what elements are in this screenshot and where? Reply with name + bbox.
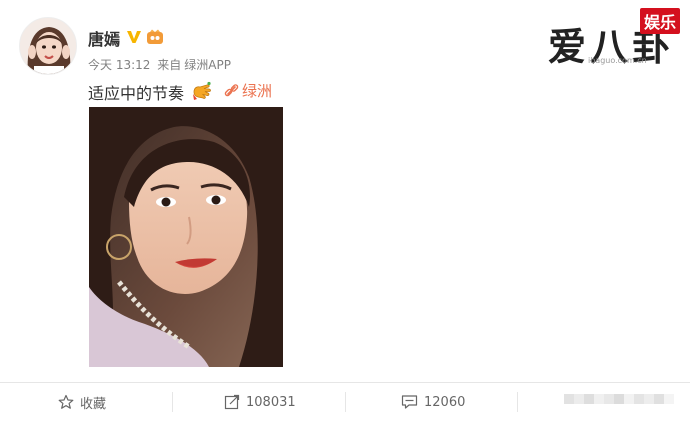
source-app[interactable]: 绿洲APP bbox=[184, 58, 231, 72]
oasis-link[interactable]: 绿洲 bbox=[224, 80, 272, 101]
link-icon bbox=[224, 84, 239, 97]
comment-button[interactable]: 12060 bbox=[401, 383, 465, 421]
repost-icon bbox=[224, 394, 240, 410]
post-time[interactable]: 今天 13:12 bbox=[88, 58, 150, 72]
watermark-tag: 娱乐 bbox=[639, 8, 680, 34]
level-badge-icon[interactable] bbox=[146, 29, 164, 45]
oasis-link-label: 绿洲 bbox=[242, 82, 273, 100]
favorite-label: 收藏 bbox=[80, 396, 107, 412]
comment-icon bbox=[401, 395, 418, 409]
hand-emoji-icon bbox=[193, 81, 211, 100]
action-divider bbox=[517, 392, 518, 412]
source-prefix: 来自 bbox=[157, 58, 182, 72]
avatar-image bbox=[20, 18, 76, 74]
post-text: 适应中的节奏 bbox=[88, 84, 185, 103]
favorite-button[interactable]: 收藏 bbox=[58, 383, 106, 421]
post-photo[interactable] bbox=[89, 107, 283, 367]
author-avatar[interactable] bbox=[19, 17, 77, 75]
star-icon bbox=[58, 394, 74, 409]
author-name[interactable]: 唐嫣 bbox=[88, 26, 120, 50]
repost-button[interactable]: 108031 bbox=[224, 383, 296, 421]
portrait-image bbox=[89, 107, 283, 367]
repost-count: 108031 bbox=[246, 394, 296, 410]
action-divider bbox=[172, 392, 173, 412]
verified-v-icon bbox=[127, 31, 141, 43]
watermark-url: ibaguo.com.cn bbox=[588, 56, 647, 65]
comment-count: 12060 bbox=[424, 394, 466, 410]
pixelated-blur bbox=[564, 394, 674, 404]
post-meta: 今天 13:12 来自 绿洲APP bbox=[88, 56, 234, 73]
action-divider bbox=[345, 392, 346, 412]
watermark: 爱八卦 娱乐 ibaguo.com.cn bbox=[548, 8, 680, 70]
